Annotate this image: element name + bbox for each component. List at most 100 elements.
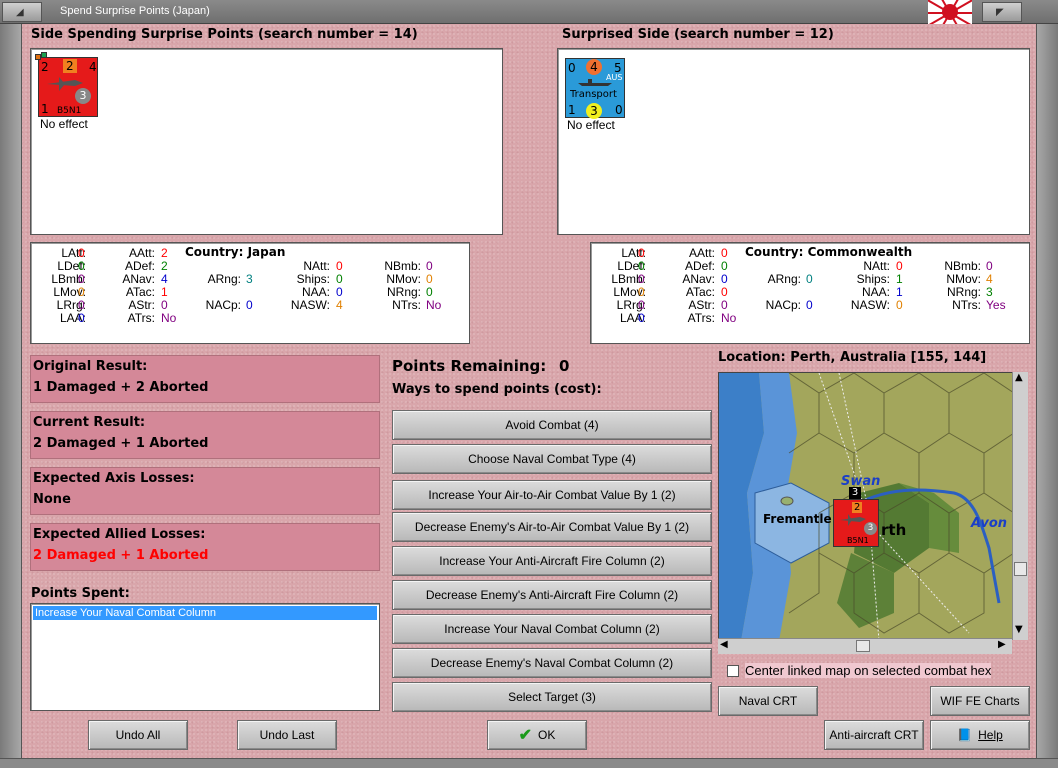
points-remaining-value: 0 [559, 357, 570, 375]
stat-value: 0 [638, 311, 645, 325]
stat-label: NACp: [765, 298, 801, 312]
collapse-button[interactable]: ◢ [2, 2, 42, 22]
map-view[interactable]: Fremantle rth Swan Avon 3 2 3 B5N1 [718, 372, 1028, 640]
avoid-combat-button[interactable]: Avoid Combat (4) [392, 410, 712, 440]
stat-label: ARng: [207, 272, 241, 286]
current-result-value: 2 Damaged + 1 Aborted [33, 436, 209, 451]
stat-value: No [426, 298, 442, 312]
wif-fe-charts-button[interactable]: WIF FE Charts [930, 686, 1030, 716]
counter-value: 1 [41, 102, 49, 116]
list-item[interactable]: Increase Your Naval Combat Column [33, 606, 377, 620]
center-linked-checkbox[interactable] [727, 665, 739, 677]
decrease-enemy-naval-combat-button[interactable]: Decrease Enemy's Naval Combat Column (2) [392, 648, 712, 678]
transport-counter[interactable]: 0 4 5 AUS Transport 1 3 0 [565, 58, 625, 119]
b5n1-counter[interactable]: 2 2 4 3 1 B5N1 [35, 52, 98, 117]
stat-label: ARng: [767, 272, 801, 286]
counter-value: 2 [63, 59, 77, 73]
scroll-right-icon[interactable]: ▶ [998, 639, 1006, 650]
attacker-country: Country: Japan [185, 245, 286, 259]
axis-losses-box: Expected Axis Losses: None [30, 467, 380, 515]
decrease-enemy-air-to-air-button[interactable]: Decrease Enemy's Air-to-Air Combat Value… [392, 512, 712, 542]
allied-losses-value: 2 Damaged + 1 Aborted [33, 548, 209, 563]
map-unit-counter[interactable]: 2 3 B5N1 [833, 499, 879, 547]
allied-losses-label: Expected Allied Losses: [33, 527, 206, 542]
defender-country: Country: Commonwealth [745, 245, 913, 259]
undo-all-button[interactable]: Undo All [88, 720, 188, 750]
left-frame [0, 24, 22, 768]
map-label-avon: Avon [971, 516, 1008, 531]
scroll-down-icon[interactable]: ▼ [1015, 624, 1023, 635]
help-label: Help [978, 728, 1003, 742]
stat-value: 0 [246, 298, 253, 312]
original-result-label: Original Result: [33, 359, 148, 374]
stat-value: No [721, 311, 737, 325]
help-book-icon: 📘 [957, 728, 973, 742]
counter-value: 0 [615, 103, 623, 117]
stat-label: NTrs: [952, 298, 981, 312]
stat-value: No [161, 311, 177, 325]
increase-naval-combat-button[interactable]: Increase Your Naval Combat Column (2) [392, 614, 712, 644]
current-result-box: Current Result: 2 Damaged + 1 Aborted [30, 411, 380, 459]
unit-type: Transport [570, 89, 617, 100]
scroll-thumb[interactable] [856, 640, 870, 652]
stat-label: NACp: [205, 298, 241, 312]
stat-value: Yes [986, 298, 1006, 312]
defender-units-panel: 0 4 5 AUS Transport 1 3 0 No effect [557, 48, 1030, 235]
stat-value: 3 [246, 272, 253, 286]
stat-label: ATrs: [687, 311, 715, 325]
counter-value: 3 [75, 88, 91, 104]
naval-crt-button[interactable]: Naval CRT [718, 686, 818, 716]
points-spent-list[interactable]: Increase Your Naval Combat Column [30, 603, 380, 711]
map-label-perth: rth [881, 521, 907, 539]
unit-name: B5N1 [847, 536, 869, 545]
expand-button[interactable]: ◤ [982, 2, 1022, 22]
counter-value: 1 [568, 103, 576, 117]
select-target-button[interactable]: Select Target (3) [392, 682, 712, 712]
stat-value: 0 [78, 311, 85, 325]
map-location: Location: Perth, Australia [155, 144] [718, 350, 987, 365]
counter-value: 3 [864, 522, 877, 535]
window-title: Spend Surprise Points (Japan) [60, 5, 210, 17]
decrease-enemy-aa-fire-button[interactable]: Decrease Enemy's Anti-Aircraft Fire Colu… [392, 580, 712, 610]
expand-icon: ◤ [996, 7, 1004, 18]
counter-value: 2 [41, 60, 49, 74]
scroll-thumb[interactable] [1014, 562, 1027, 576]
choose-naval-combat-type-button[interactable]: Choose Naval Combat Type (4) [392, 444, 712, 474]
bottom-frame [0, 758, 1058, 768]
ok-button[interactable]: ✔ OK [487, 720, 587, 750]
ok-label: OK [538, 728, 556, 742]
original-result-box: Original Result: 1 Damaged + 2 Aborted [30, 355, 380, 403]
counter-value: 4 [89, 60, 97, 74]
undo-last-button[interactable]: Undo Last [237, 720, 337, 750]
japan-flag-icon [928, 0, 972, 24]
stat-label: NASW: [850, 298, 890, 312]
collapse-icon: ◢ [16, 7, 24, 18]
attacker-units-panel: 2 2 4 3 1 B5N1 No effect [30, 48, 503, 235]
map-vertical-scrollbar[interactable]: ▲ ▼ [1012, 372, 1028, 640]
anti-aircraft-crt-button[interactable]: Anti-aircraft CRT [824, 720, 924, 750]
points-spent-label: Points Spent: [31, 586, 130, 601]
attacker-header: Side Spending Surprise Points (search nu… [31, 27, 418, 42]
counter-value: 4 [586, 59, 602, 75]
axis-losses-label: Expected Axis Losses: [33, 471, 195, 486]
help-button[interactable]: 📘 Help [930, 720, 1030, 750]
ship-icon [578, 79, 612, 86]
axis-losses-value: None [33, 492, 71, 507]
center-linked-label: Center linked map on selected combat hex [745, 663, 992, 678]
defender-stats-panel: LAtt: 0 LDef: 0 LBmb: 0 LMov: 0 LRrg: 0 LAA: 0… [590, 242, 1030, 344]
increase-aa-fire-button[interactable]: Increase Your Anti-Aircraft Fire Column … [392, 546, 712, 576]
increase-air-to-air-button[interactable]: Increase Your Air-to-Air Combat Value By… [392, 480, 712, 510]
map-label-fremantle: Fremantle [763, 512, 832, 526]
stat-value: 0 [896, 298, 903, 312]
scroll-left-icon[interactable]: ◀ [720, 639, 728, 650]
ways-label: Ways to spend points (cost): [392, 382, 602, 397]
defender-header: Surprised Side (search number = 12) [562, 27, 834, 42]
defender-effect: No effect [567, 118, 615, 132]
stat-value: 4 [336, 298, 343, 312]
stat-label: NTrs: [392, 298, 421, 312]
scroll-up-icon[interactable]: ▲ [1015, 372, 1023, 383]
counter-value: 0 [568, 61, 576, 75]
attacker-stats-panel: LAtt: 0 LDef: 0 LBmb: 0 LMov: 0 LRrg: 0 LAA: 0… [30, 242, 470, 344]
map-horizontal-scrollbar[interactable]: ◀ ▶ [718, 638, 1012, 654]
unit-name: B5N1 [57, 106, 82, 116]
